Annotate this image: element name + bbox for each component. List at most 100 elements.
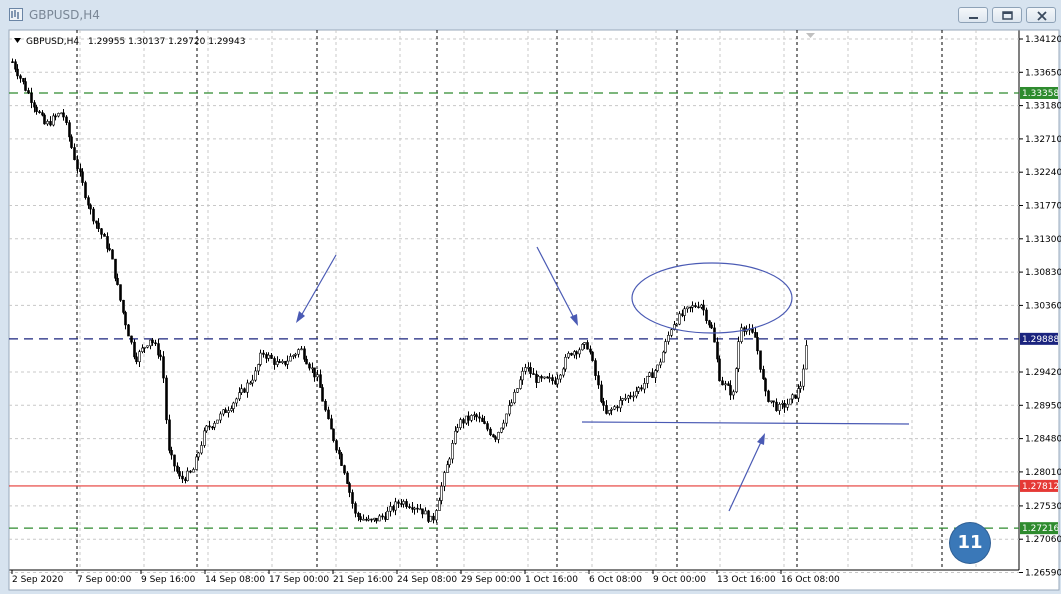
candle-body	[332, 428, 335, 441]
candle-body	[448, 458, 451, 466]
green-level-bottom-tag-label: 1.27216	[1022, 524, 1059, 534]
candle-body	[124, 312, 127, 326]
candle-body	[443, 472, 446, 487]
price-tick-label: 1.28480	[1025, 435, 1061, 445]
candle-body	[162, 356, 165, 379]
candle-body	[362, 518, 365, 521]
candle-body	[648, 372, 651, 377]
candle-body	[632, 395, 635, 398]
candle-body	[62, 112, 65, 118]
candle-body	[570, 353, 573, 356]
candle-body	[138, 351, 141, 363]
candle-body	[459, 419, 462, 428]
candle-body	[664, 341, 667, 353]
candle-body	[405, 501, 408, 507]
candle-body	[176, 465, 179, 472]
candle-body	[38, 111, 41, 113]
candle-body	[43, 114, 46, 125]
candle-body	[308, 363, 311, 369]
candle-body	[316, 374, 319, 378]
candle-body	[797, 388, 800, 399]
candle-body	[791, 394, 794, 400]
candle-body	[157, 343, 160, 356]
price-tick-label: 1.26590	[1025, 569, 1061, 579]
chart-area	[9, 30, 1019, 570]
candle-body	[389, 506, 392, 512]
candle-body	[70, 136, 73, 148]
candle-body	[637, 387, 640, 392]
candle-body	[805, 345, 808, 370]
candle-body	[49, 121, 52, 126]
candle-body	[297, 349, 300, 355]
candle-body	[413, 507, 416, 510]
candle-body	[205, 425, 208, 432]
candle-body	[705, 309, 708, 321]
price-tick-label: 1.29420	[1025, 368, 1061, 378]
candle-body	[519, 379, 522, 389]
candle-body	[230, 408, 233, 411]
candle-body	[646, 375, 649, 384]
candle-body	[454, 430, 457, 444]
candle-body	[397, 501, 400, 504]
candle-body	[357, 512, 360, 517]
candle-body	[46, 121, 49, 125]
candle-body	[127, 324, 130, 337]
candle-body	[119, 284, 122, 301]
candle-body	[562, 368, 565, 376]
candle-body	[200, 445, 203, 454]
candle-body	[259, 352, 262, 365]
candle-body	[421, 508, 424, 515]
candle-body	[524, 367, 527, 372]
candle-body	[456, 427, 459, 432]
candle-body	[670, 329, 673, 336]
price-chart[interactable]: GBPUSD,H4 1.29955 1.30137 1.29720 1.2994…	[0, 0, 1061, 594]
candle-body	[151, 339, 154, 344]
candle-body	[467, 415, 470, 421]
candle-body	[300, 348, 303, 351]
candle-body	[41, 112, 44, 116]
candle-body	[321, 387, 324, 402]
price-tick-label: 1.31300	[1025, 235, 1061, 245]
candle-body	[432, 515, 435, 521]
price-tick-label: 1.32710	[1025, 135, 1061, 145]
candle-body	[149, 339, 152, 347]
candle-body	[65, 116, 68, 123]
candle-body	[375, 517, 378, 522]
candle-body	[602, 401, 605, 406]
candle-body	[359, 516, 362, 521]
candle-body	[14, 61, 17, 70]
candle-body	[438, 500, 441, 511]
candle-body	[775, 401, 778, 411]
candle-body	[492, 434, 495, 438]
candle-body	[489, 428, 492, 436]
candle-body	[751, 328, 754, 333]
candle-body	[184, 478, 187, 481]
candle-body	[141, 347, 144, 352]
candle-body	[416, 507, 419, 510]
price-tick-label: 1.28010	[1025, 468, 1061, 478]
time-tick-label: 17 Sep 00:00	[269, 575, 329, 585]
candle-body	[578, 349, 581, 355]
price-tick-label: 1.33650	[1025, 68, 1061, 78]
candle-body	[516, 388, 519, 393]
candle-body	[605, 405, 608, 414]
candle-body	[651, 372, 654, 378]
candle-body	[529, 367, 532, 374]
candle-body	[462, 419, 465, 424]
candle-body	[716, 341, 719, 360]
candle-body	[451, 443, 454, 460]
candle-body	[564, 356, 567, 370]
candle-body	[521, 370, 524, 381]
candle-body	[281, 360, 284, 363]
step-number-badge: 11	[950, 523, 990, 563]
price-tick-label: 1.30360	[1025, 301, 1061, 311]
candle-body	[654, 370, 657, 378]
candle-body	[340, 453, 343, 466]
candle-body	[691, 305, 694, 308]
candle-body	[143, 346, 146, 349]
candle-body	[483, 421, 486, 424]
candle-body	[289, 356, 292, 362]
candle-body	[386, 510, 389, 520]
candle-body	[22, 78, 25, 82]
candle-body	[732, 391, 735, 396]
